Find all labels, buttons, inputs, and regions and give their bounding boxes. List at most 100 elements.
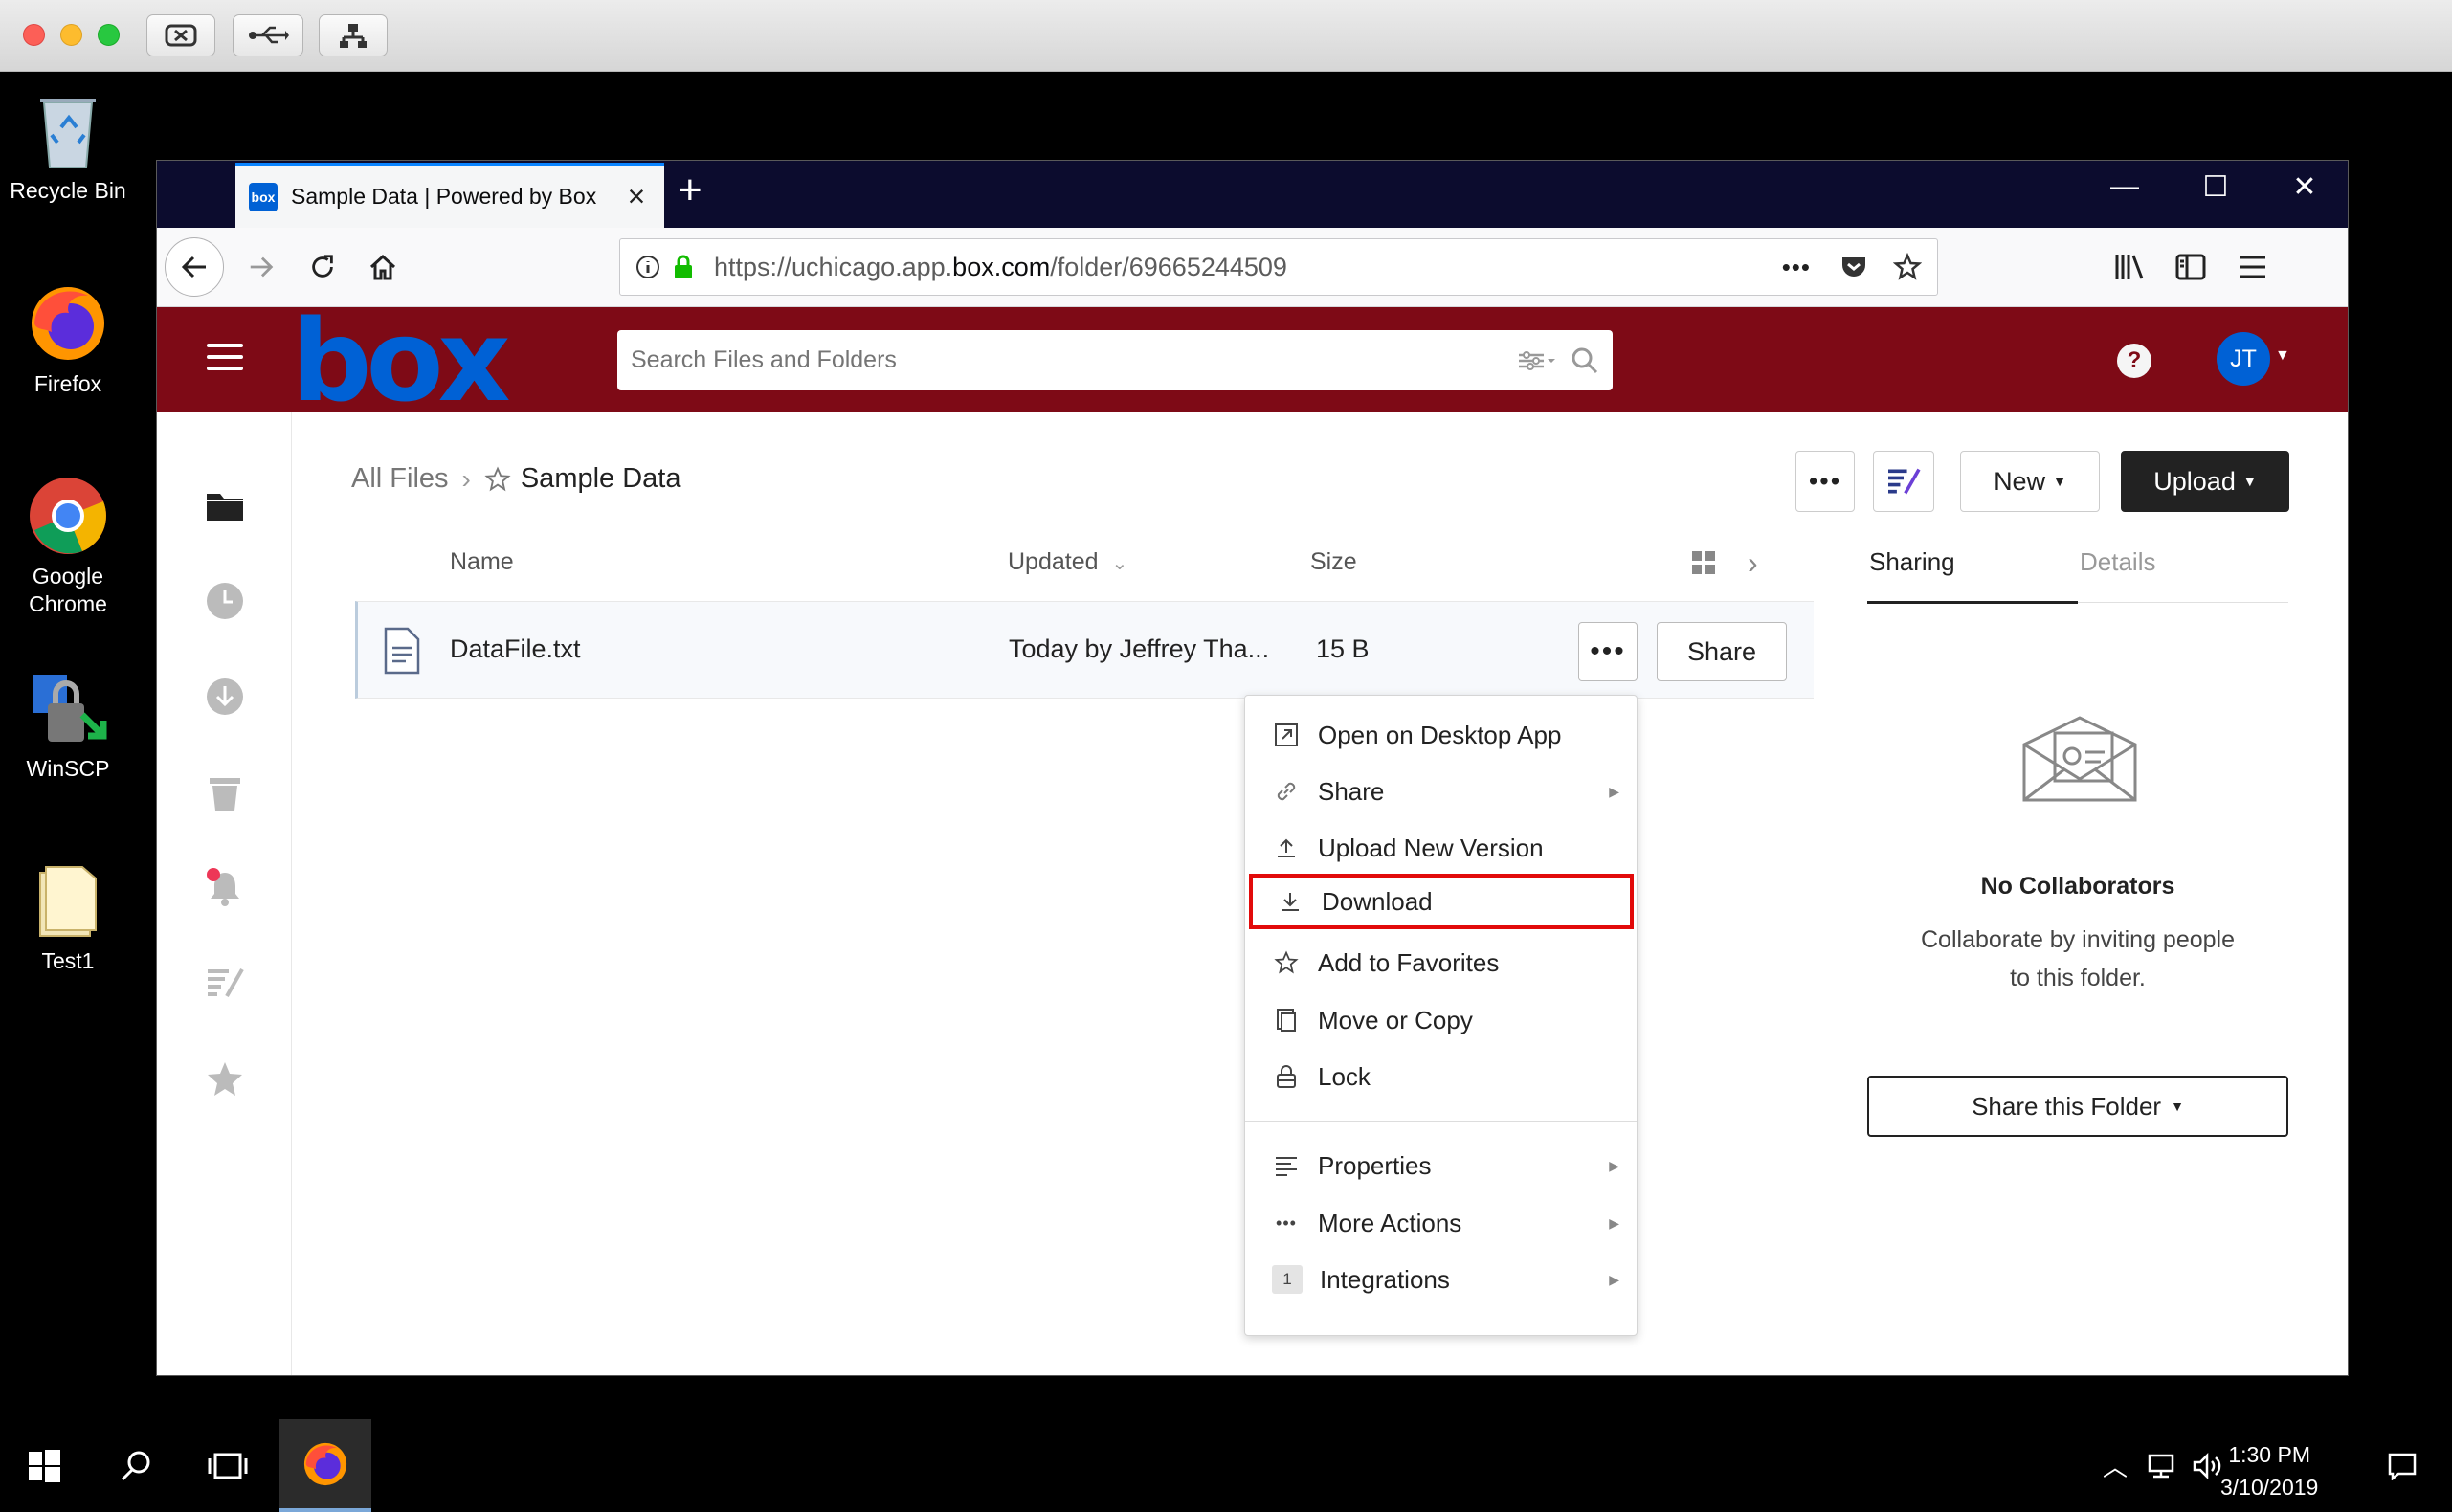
breadcrumb-all-files[interactable]: All Files	[351, 463, 449, 495]
tab-details[interactable]: Details	[2080, 547, 2155, 577]
forward-arrow-icon	[250, 256, 274, 278]
hamburger-menu-icon[interactable]	[207, 344, 243, 378]
desktop-firefox[interactable]: Firefox	[1, 282, 135, 398]
desktop-recycle-bin[interactable]: Recycle Bin	[1, 89, 135, 205]
breadcrumb: All Files › Sample Data	[351, 463, 681, 495]
star-icon	[1272, 948, 1301, 977]
forward-button[interactable]	[232, 237, 291, 297]
page-actions-icon[interactable]: •••	[1782, 253, 1811, 282]
context-menu: Open on Desktop App Share ▶ Upload New V…	[1244, 695, 1638, 1336]
folder-more-options-button[interactable]: •••	[1795, 451, 1855, 512]
file-name-link[interactable]: DataFile.txt	[450, 634, 581, 664]
browser-tab[interactable]: box Sample Data | Powered by Box ×	[235, 163, 664, 228]
row-share-button[interactable]: Share	[1657, 622, 1787, 681]
menu-item-label: Move or Copy	[1318, 1005, 1473, 1034]
start-windows-icon[interactable]	[0, 1419, 88, 1512]
search-icon[interactable]	[92, 1419, 180, 1512]
notification-center-icon[interactable]	[2374, 1419, 2431, 1512]
caret-down-icon: ▼	[2171, 1099, 2184, 1114]
search-bar[interactable]	[617, 330, 1613, 390]
network-icon[interactable]	[319, 14, 388, 56]
share-this-folder-button[interactable]: Share this Folder ▼	[1867, 1076, 2288, 1137]
close-icon[interactable]: ✕	[2281, 170, 2329, 204]
maximize-icon[interactable]: ☐	[2192, 170, 2240, 204]
row-more-options-button[interactable]: •••	[1578, 622, 1638, 681]
library-icon[interactable]	[2100, 237, 2159, 297]
menu-item-download[interactable]: Download	[1249, 874, 1634, 929]
tab-title: Sample Data | Powered by Box	[291, 184, 597, 209]
menu-item-open-desktop[interactable]: Open on Desktop App	[1245, 707, 1637, 763]
favorite-star-icon[interactable]	[484, 465, 511, 493]
menu-item-share[interactable]: Share ▶	[1245, 764, 1637, 819]
task-view-icon[interactable]	[184, 1419, 272, 1512]
sidebar-toggle-icon[interactable]	[2161, 237, 2220, 297]
all-files-folder-icon[interactable]	[205, 486, 245, 526]
recents-clock-icon[interactable]	[205, 581, 245, 621]
create-note-button[interactable]	[1873, 451, 1934, 512]
minimize-icon[interactable]: —	[2101, 170, 2149, 203]
notes-icon[interactable]	[205, 963, 245, 1003]
app-menu-icon[interactable]	[2223, 237, 2283, 297]
menu-item-lock[interactable]: Lock	[1245, 1049, 1637, 1104]
grid-view-icon[interactable]	[1691, 550, 1716, 580]
pocket-icon[interactable]	[1839, 254, 1868, 280]
keyboard-icon[interactable]	[146, 14, 215, 56]
network-status-icon[interactable]	[2144, 1419, 2182, 1512]
menu-item-more-actions[interactable]: ••• More Actions ▶	[1245, 1195, 1637, 1251]
menu-item-add-favorites[interactable]: Add to Favorites	[1245, 935, 1637, 990]
new-button[interactable]: New ▼	[1960, 451, 2100, 512]
menu-item-properties[interactable]: Properties ▶	[1245, 1138, 1637, 1193]
address-bar[interactable]: https://uchicago.app.box.com/folder/6966…	[619, 238, 1938, 296]
search-icon[interactable]	[1571, 346, 1599, 375]
trash-icon[interactable]	[205, 772, 245, 812]
text-file-icon	[384, 627, 420, 675]
host-title-bar	[0, 0, 2452, 72]
collapse-sidebar-chevron-icon[interactable]: ›	[1748, 545, 1758, 581]
link-icon	[1272, 777, 1301, 806]
desktop-test1[interactable]: Test1	[1, 859, 135, 975]
upload-icon	[1272, 834, 1301, 862]
collaborators-envelope-icon	[2020, 716, 2139, 809]
tab-sharing[interactable]: Sharing	[1869, 547, 1955, 577]
favorites-star-icon[interactable]	[205, 1059, 245, 1100]
back-button[interactable]	[165, 237, 224, 297]
reload-button[interactable]	[293, 237, 352, 297]
help-icon[interactable]: ?	[2117, 344, 2151, 378]
column-size[interactable]: Size	[1310, 548, 1357, 576]
minimize-window-button[interactable]	[60, 24, 82, 46]
desktop-google-chrome[interactable]: Google Chrome	[1, 475, 135, 618]
close-window-button[interactable]	[23, 24, 45, 46]
menu-item-upload-new-version[interactable]: Upload New Version	[1245, 820, 1637, 876]
user-avatar[interactable]: JT	[2217, 332, 2270, 386]
system-clock[interactable]: 1:30 PM 3/10/2019	[2220, 1438, 2318, 1503]
ellipsis-icon: •••	[1276, 1212, 1297, 1233]
column-updated[interactable]: Updated ⌄	[1008, 548, 1127, 576]
submenu-arrow-icon: ▶	[1609, 1271, 1619, 1287]
notifications-bell-icon[interactable]	[205, 867, 245, 907]
no-collaborators-title: No Collaborators	[1980, 873, 2175, 900]
menu-item-integrations[interactable]: 1 Integrations ▶	[1245, 1252, 1637, 1307]
filter-icon[interactable]	[1517, 349, 1555, 372]
usb-icon[interactable]	[233, 14, 303, 56]
synced-download-icon[interactable]	[205, 677, 245, 717]
show-hidden-icons-chevron-icon[interactable]: ︿	[2100, 1419, 2130, 1512]
bookmark-star-icon[interactable]	[1893, 253, 1922, 281]
upload-button[interactable]: Upload ▼	[2121, 451, 2289, 512]
home-button[interactable]	[353, 237, 412, 297]
new-tab-button[interactable]: +	[678, 167, 702, 214]
menu-item-label: Upload New Version	[1318, 833, 1544, 862]
box-logo[interactable]: box	[291, 304, 511, 417]
menu-item-move-copy[interactable]: Move or Copy	[1245, 992, 1637, 1048]
tab-close-icon[interactable]: ×	[622, 179, 651, 214]
home-icon	[369, 254, 396, 280]
open-external-icon	[1272, 721, 1301, 749]
desktop-winscp[interactable]: WinSCP	[1, 667, 135, 783]
left-navigation	[157, 412, 292, 1375]
taskbar-firefox[interactable]	[279, 1419, 371, 1512]
column-name[interactable]: Name	[450, 548, 514, 576]
desktop-icon-label: Firefox	[33, 371, 102, 396]
zoom-window-button[interactable]	[98, 24, 120, 46]
info-icon[interactable]	[635, 255, 660, 279]
search-input[interactable]	[631, 346, 1517, 374]
chevron-down-icon[interactable]: ▼	[2275, 347, 2290, 365]
